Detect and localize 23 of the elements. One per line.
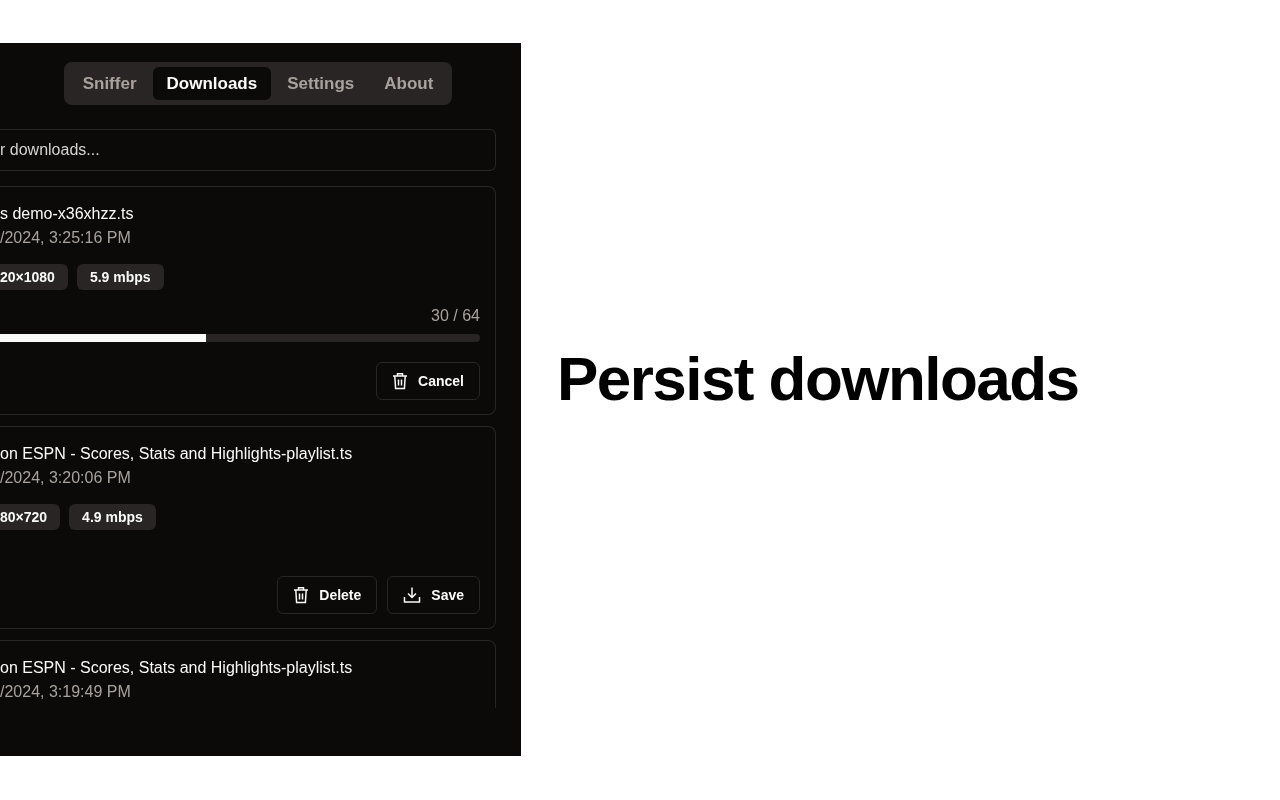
progress-count: 30 / 64 [431, 306, 480, 326]
tag: 5.9 mbps [76, 264, 164, 290]
download-icon [403, 586, 422, 604]
search-field[interactable]: r downloads... [0, 129, 496, 171]
tag: 4.9 mbps [69, 504, 156, 530]
trash-icon [293, 586, 310, 604]
tab[interactable]: Sniffer [68, 67, 151, 100]
delete-button[interactable]: Delete [277, 576, 378, 614]
date-text: /2024, 3:19:49 PM [0, 682, 131, 702]
date-text: /2024, 3:20:06 PM [0, 468, 131, 488]
tab[interactable]: About [370, 67, 448, 100]
file-name: on ESPN - Scores, Stats and Highlights-playlist.ts [0, 658, 353, 678]
tab[interactable]: Settings [273, 67, 369, 100]
file-name: on ESPN - Scores, Stats and Highlights-playlist.ts [0, 444, 353, 464]
file-name: s demo-x36xhzz.ts [0, 204, 134, 224]
date-text: /2024, 3:25:16 PM [0, 228, 131, 248]
headline: Persist downloads [557, 342, 1079, 415]
tag: 20×1080 [0, 264, 68, 290]
delete-button[interactable]: Cancel [376, 362, 480, 400]
trash-icon [392, 372, 409, 390]
tab[interactable]: Downloads [152, 67, 272, 100]
save-button[interactable]: Save [387, 576, 480, 614]
tag: 80×720 [0, 504, 61, 530]
